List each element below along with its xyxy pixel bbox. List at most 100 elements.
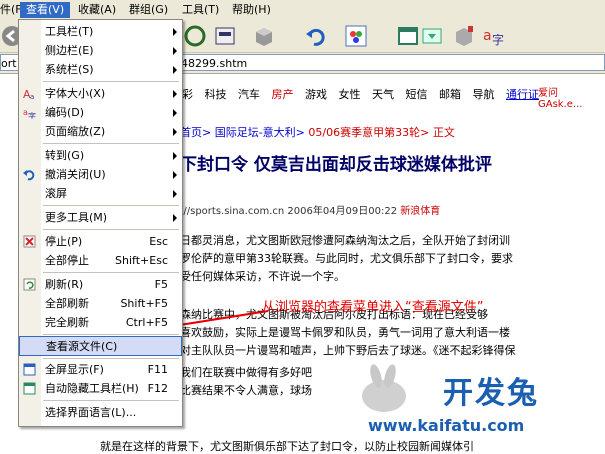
refresh-icon[interactable] [183,24,207,48]
translate-icon[interactable]: a字 [482,24,506,48]
menu-item-label: 系统栏(S) [45,63,94,76]
menu-favorites[interactable]: 收藏(A) [72,2,122,18]
nav-link[interactable]: 导航 [473,88,495,101]
window-icon[interactable] [396,24,420,48]
menu-item-label: 全部刷新 [45,297,89,310]
article-paragraph: 受任何媒体采访，不许说一个字。 [180,270,345,283]
menu-item-label: 选择界面语言(L)... [45,406,137,419]
submenu-arrow-icon [173,214,177,222]
menu-item-fullscreen[interactable]: 全屏显示(F) F11 [19,360,182,379]
menu-item-label: 编码(D) [45,106,85,119]
article-source[interactable]: 新浪体育 [400,206,440,217]
menu-item-scroll[interactable]: 滚屏 [19,184,182,203]
menu-item-label: 撤消关闭(U) [45,168,106,181]
font-size-icon: Aa [23,88,34,100]
nav-link[interactable]: 邮箱 [439,88,461,101]
menu-item-label: 全部停止 [45,254,89,267]
nav-link[interactable]: 科技 [205,88,227,101]
submenu-arrow-icon [173,28,177,36]
skin-icon[interactable] [344,24,368,48]
stop-icon [23,235,36,248]
menu-item-more-tools[interactable]: 更多工具(M) [19,208,182,227]
menu-item-stop[interactable]: 停止(P) Esc [19,232,182,251]
nav-link[interactable]: 游戏 [305,88,327,101]
menu-item-label: 查看源文件(C) [46,340,118,353]
nav-link[interactable]: 短信 [406,88,428,101]
menu-separator [43,81,179,82]
svg-text:a: a [30,93,34,100]
menu-item-autohide-toolbar[interactable]: 自动隐藏工具栏(H) F12 [19,379,182,398]
menu-item-label: 页面缩放(Z) [45,125,106,138]
menu-item-label: 刷新(R) [45,278,84,291]
menu-item-goto[interactable]: 转到(G) [19,146,182,165]
breadcrumb-home[interactable]: 首页> 国际足坛-意大利> [180,126,305,139]
fullscreen-icon [23,363,36,376]
menu-bar: 件(F) 查看(V) 收藏(A) 群组(G) 工具(T) 帮助(H) [0,0,605,21]
svg-text:字: 字 [492,32,504,47]
menu-separator [43,358,179,359]
watermark-logo: 开发兔 www.kaifatu.com [350,364,605,454]
menu-item-label: 侧边栏(E) [45,44,94,57]
menu-item-stop-all[interactable]: 全部停止 Shift+Esc [19,251,182,270]
nav-link[interactable]: 彩 [182,88,193,101]
menu-item-toolbars[interactable]: 工具栏(T) [19,22,182,41]
menu-item-view-source[interactable]: 查看源文件(C) [19,336,182,356]
view-menu-dropdown: 工具栏(T) 侧边栏(E) 系统栏(S) Aa 字体大小(X) a字 编码(D)… [18,19,183,427]
menu-separator [43,205,179,206]
nav-link[interactable]: 通行证 [506,88,539,101]
menu-item-language[interactable]: 选择界面语言(L)... [19,403,182,422]
print-icon[interactable] [213,24,237,48]
site-nav: 彩 科技 汽车 房产 游戏 女性 天气 短信 邮箱 导航 通行证 [182,86,547,102]
watermark-title: 开发兔 [443,376,539,411]
menu-item-refresh[interactable]: 刷新(R) F5 [19,275,182,294]
article-paragraph: 对主队队员一片谩骂和嘘声，上帅下野后去了球迷。《迷不起彩锋得保 [180,344,516,357]
nav-link[interactable]: 汽车 [238,88,260,101]
menu-separator [43,400,179,401]
svg-text:a: a [483,28,492,44]
ask-ad[interactable]: 爱问 GAsk.e... [538,84,605,110]
breadcrumb: 首页> 国际足坛-意大利> 05/06赛季意甲第33轮> 正文 [180,124,455,140]
package-icon[interactable] [452,24,476,48]
menu-item-label: 更多工具(M) [45,211,108,224]
watermark-url: www.kaifatu.com [368,416,525,435]
submenu-arrow-icon [173,171,177,179]
article-meta: ://sports.sina.com.cn 2006年04月09日00:22 新… [180,202,440,217]
menu-separator [43,143,179,144]
rabbit-logo-icon [362,364,406,412]
menu-item-shortcut: F12 [147,382,168,395]
nav-link[interactable]: 天气 [372,88,394,101]
menu-item-label: 停止(P) [45,235,83,248]
menu-separator [43,272,179,273]
menu-item-shortcut: F11 [147,363,168,376]
submenu-arrow-icon [173,109,177,117]
menu-item-encoding[interactable]: a字 编码(D) [19,103,182,122]
svg-text:字: 字 [28,111,36,119]
submenu-arrow-icon [173,90,177,98]
menu-item-refresh-all[interactable]: 全部刷新 Shift+F5 [19,294,182,313]
annotation-text: 从浏览器的查看菜单进入“查看源文件” [262,300,484,315]
article-paragraph: 罗伦萨的意甲第33轮联赛。与此同时，尤文俱乐部下了封口令，要求 [180,252,513,265]
download-icon[interactable] [420,24,444,48]
nav-link[interactable]: 房产 [272,88,294,101]
breadcrumb-current[interactable]: 05/06赛季意甲第33轮> 正文 [308,126,454,139]
menu-item-zoom[interactable]: 页面缩放(Z) [19,122,182,141]
menu-groups[interactable]: 群组(G) [123,2,174,18]
box-icon[interactable] [252,24,276,48]
menu-item-system-bar[interactable]: 系统栏(S) [19,60,182,79]
article-paragraph: 比赛结果不令人满意，球场 [180,384,312,397]
menu-separator [43,229,179,230]
menu-item-font-size[interactable]: Aa 字体大小(X) [19,84,182,103]
menu-view[interactable]: 查看(V) [20,2,71,18]
menu-item-label: 工具栏(T) [45,25,94,38]
menu-help[interactable]: 帮助(H) [226,2,277,18]
menu-tools[interactable]: 工具(T) [176,2,225,18]
menu-item-sidebar[interactable]: 侧边栏(E) [19,41,182,60]
undo-icon[interactable] [304,24,328,48]
nav-link[interactable]: 女性 [339,88,361,101]
submenu-arrow-icon [173,190,177,198]
menu-item-full-refresh[interactable]: 完全刷新 Ctrl+F5 [19,313,182,332]
menu-item-label: 字体大小(X) [45,87,106,100]
menu-item-shortcut: Esc [149,235,168,248]
menu-item-shortcut: Shift+F5 [120,297,168,310]
menu-item-undo-close[interactable]: 撤消关闭(U) [19,165,182,184]
